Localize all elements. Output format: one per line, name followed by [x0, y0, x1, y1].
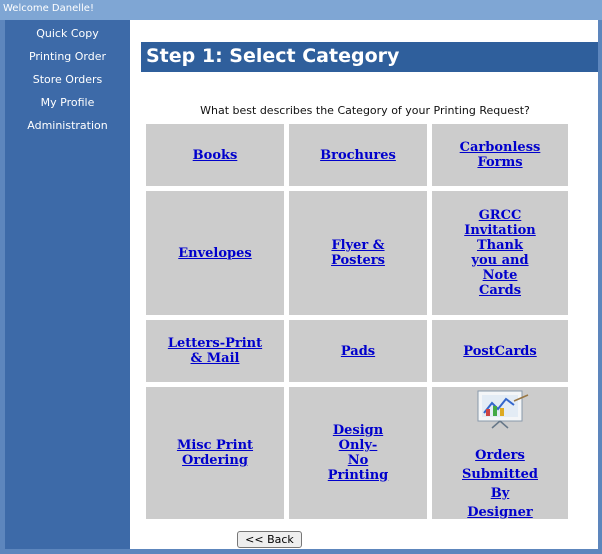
category-cell-designer-orders: Orders Submitted By Designer [432, 387, 568, 520]
category-link-carbonless-forms[interactable]: Carbonless Forms [460, 140, 541, 170]
category-cell-envelopes: Envelopes [146, 191, 284, 315]
category-link-design-only[interactable]: Design Only- No Printing [328, 423, 389, 483]
designer-link-wrap: Orders Submitted By Designer [462, 444, 538, 520]
category-cell-flyer-posters: Flyer & Posters [289, 191, 427, 315]
sidebar-item-store-orders[interactable]: Store Orders [5, 68, 130, 91]
category-cell-books: Books [146, 124, 284, 186]
category-link-flyer-posters[interactable]: Flyer & Posters [331, 238, 385, 268]
category-cell-design-only: Design Only- No Printing [289, 387, 427, 519]
category-link-grcc-invitation[interactable]: GRCC Invitation Thank you and Note Cards [464, 208, 536, 298]
category-cell-misc-print: Misc Print Ordering [146, 387, 284, 519]
category-cell-brochures: Brochures [289, 124, 427, 186]
sidebar-item-quick-copy[interactable]: Quick Copy [5, 22, 130, 45]
category-cell-postcards: PostCards [432, 320, 568, 382]
category-cell-pads: Pads [289, 320, 427, 382]
category-cell-carbonless-forms: Carbonless Forms [432, 124, 568, 186]
category-link-letters-print-mail[interactable]: Letters-Print & Mail [168, 336, 262, 366]
bottom-border [0, 549, 602, 554]
page-title: Step 1: Select Category [146, 45, 400, 67]
category-link-misc-print[interactable]: Misc Print Ordering [177, 438, 253, 468]
category-link-brochures[interactable]: Brochures [320, 148, 396, 163]
right-border [598, 20, 602, 554]
category-cell-grcc-invitation: GRCC Invitation Thank you and Note Cards [432, 191, 568, 315]
category-question: What best describes the Category of your… [200, 104, 530, 117]
sidebar-item-administration[interactable]: Administration [5, 114, 130, 137]
top-bar: Welcome Danelle! [0, 0, 602, 20]
step-header: Step 1: Select Category [141, 42, 598, 72]
sidebar-item-printing-order[interactable]: Printing Order [5, 45, 130, 68]
welcome-text: Welcome Danelle! [3, 3, 94, 14]
category-link-pads[interactable]: Pads [341, 344, 375, 359]
back-button[interactable]: << Back [237, 531, 302, 548]
category-link-envelopes[interactable]: Envelopes [178, 246, 251, 261]
category-link-books[interactable]: Books [193, 148, 238, 163]
sidebar-item-my-profile[interactable]: My Profile [5, 91, 130, 114]
category-cell-letters-print-mail: Letters-Print & Mail [146, 320, 284, 382]
sidebar: Quick Copy Printing Order Store Orders M… [5, 20, 130, 554]
category-link-designer-orders[interactable]: Orders Submitted By Designer [462, 448, 538, 520]
presentation-easel-icon[interactable] [470, 389, 530, 429]
category-link-postcards[interactable]: PostCards [463, 344, 536, 359]
